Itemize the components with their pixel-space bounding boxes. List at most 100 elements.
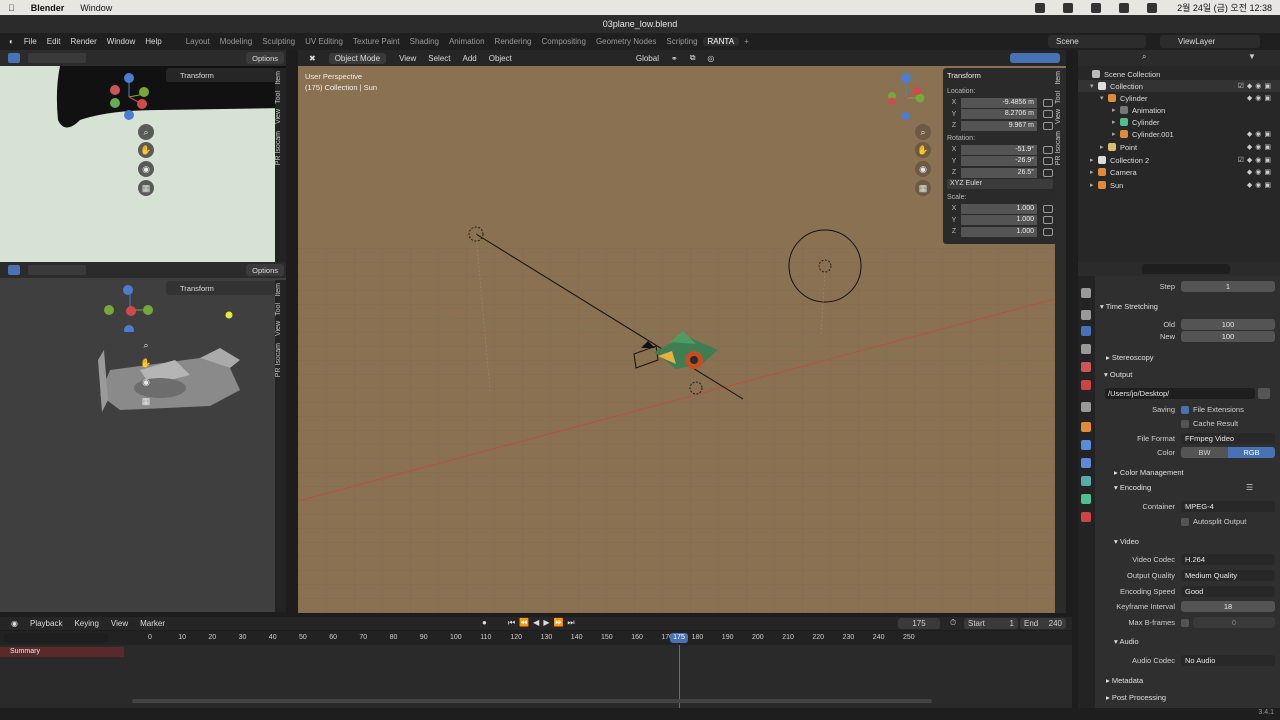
zoom-icon[interactable]: ⌕ (138, 124, 154, 140)
expand-icon[interactable]: ▸ (1090, 156, 1098, 164)
outliner-item[interactable]: Scene Collection (1078, 68, 1280, 80)
tab-uv-editing[interactable]: UV Editing (300, 37, 348, 46)
snap-icon[interactable]: ⧉ (685, 53, 701, 63)
left-top-viewport[interactable]: Options Transform ⌕ ✋ ◉ ▦ Item Tool View… (0, 50, 286, 262)
sidebar-tab-view[interactable]: View (275, 318, 282, 339)
world-tab-icon[interactable] (1081, 380, 1091, 390)
material-tab-icon[interactable] (1081, 512, 1091, 522)
output-quality-dropdown[interactable]: Medium Quality (1181, 570, 1275, 581)
camera-view-icon[interactable]: ◉ (915, 161, 931, 177)
mac-menu-window[interactable]: Window (80, 3, 112, 13)
pan-icon[interactable]: ✋ (915, 142, 931, 158)
scale-z-field[interactable]: 1.000 (961, 226, 1037, 237)
menu-help[interactable]: Help (140, 37, 166, 46)
left-bottom-viewport[interactable]: Options Transform ⌕ ✋ ◉ ▦ Item Tool View… (0, 262, 286, 612)
outliner-search-icon[interactable]: ⌕ (1142, 52, 1146, 62)
lock-icon[interactable] (1043, 157, 1053, 165)
select-tool-icon[interactable] (8, 53, 20, 63)
color-bw-button[interactable]: BW (1181, 447, 1228, 458)
npanel-title[interactable]: Transform (947, 71, 1053, 80)
sidebar-tab-item[interactable]: Item (275, 280, 282, 300)
metadata-header[interactable]: ▸ Metadata (1106, 676, 1143, 685)
expand-icon[interactable]: ▾ (1090, 82, 1098, 90)
outliner-item[interactable]: ▸ Point ◆◉▣ (1078, 141, 1280, 153)
encoding-header[interactable]: ▾ Encoding (1114, 483, 1151, 492)
mac-clock[interactable]: 2월 24일 (금) 오전 12:38 (1177, 1, 1272, 14)
presets-list-icon[interactable]: ☰ (1246, 483, 1253, 492)
encoding-speed-dropdown[interactable]: Good (1181, 586, 1275, 597)
tab-rendering[interactable]: Rendering (490, 37, 537, 46)
expand-icon[interactable]: ▸ (1112, 106, 1120, 114)
search-icon[interactable] (1147, 2, 1158, 13)
audio-codec-dropdown[interactable]: No Audio (1181, 655, 1275, 666)
navigation-gizmo[interactable] (884, 70, 930, 120)
ortho-grid-icon[interactable]: ▦ (138, 180, 154, 196)
collection-tab-icon[interactable] (1081, 402, 1091, 412)
tool-tab-icon[interactable] (1081, 288, 1091, 298)
scale-x-field[interactable]: 1.000 (961, 203, 1037, 214)
shading-buttons[interactable] (1010, 53, 1060, 63)
visibility-icons[interactable]: ☑◆◉▣ (1238, 82, 1274, 90)
menu-marker[interactable]: Marker (135, 619, 170, 628)
modifier-tab-icon[interactable] (1081, 440, 1091, 450)
vpn-icon[interactable] (1091, 2, 1102, 13)
step-field[interactable]: 1 (1181, 281, 1275, 292)
menu-edit[interactable]: Edit (42, 37, 66, 46)
output-tab-icon[interactable] (1081, 326, 1091, 336)
camera-view-icon[interactable]: ◉ (138, 374, 154, 390)
visibility-icons[interactable]: ◆◉▣ (1247, 130, 1274, 138)
tab-compositing[interactable]: Compositing (536, 37, 590, 46)
lock-icon[interactable] (1043, 145, 1053, 154)
rotation-x-field[interactable]: -51.9° (961, 144, 1037, 155)
video-header[interactable]: ▾ Video (1114, 537, 1139, 546)
video-codec-dropdown[interactable]: H.264 (1181, 554, 1275, 565)
lock-icon[interactable] (1043, 98, 1053, 107)
current-frame-field[interactable]: 175 (898, 618, 940, 629)
apple-icon[interactable]:  (8, 3, 15, 13)
location-x-field[interactable]: -9.4856 m (961, 97, 1037, 108)
properties-search-field[interactable] (1142, 264, 1230, 274)
rotation-z-field[interactable]: 26.5° (961, 167, 1037, 178)
tab-geometry-nodes[interactable]: Geometry Nodes (591, 37, 661, 46)
wifi-icon[interactable] (1119, 2, 1130, 13)
menu-window[interactable]: Window (102, 37, 140, 46)
file-format-dropdown[interactable]: FFmpeg Video (1181, 433, 1275, 444)
output-path-field[interactable]: /Users/jo/Desktop/ (1105, 388, 1255, 399)
expand-icon[interactable]: ▸ (1100, 143, 1108, 151)
menu-object[interactable]: Object (484, 54, 517, 63)
menu-playback[interactable]: Playback (25, 619, 67, 628)
keyframe-interval-field[interactable]: 18 (1181, 601, 1275, 612)
new-field[interactable]: 100 (1181, 331, 1275, 342)
color-management-header[interactable]: ▸ Color Management (1114, 468, 1184, 477)
color-rgb-button[interactable]: RGB (1228, 447, 1275, 458)
mac-app-name[interactable]: Blender (31, 3, 65, 13)
view-layer-selector[interactable]: ViewLayer (1160, 35, 1260, 48)
location-z-field[interactable]: 9.967 m (961, 120, 1037, 131)
options-button[interactable]: Options (246, 52, 284, 64)
options-button[interactable]: Options (246, 264, 284, 276)
zoom-icon[interactable]: ⌕ (915, 124, 931, 140)
summary-channel[interactable]: Summary (0, 647, 124, 657)
outliner-item[interactable]: ▸ Animation (1078, 104, 1280, 116)
visibility-icons[interactable]: ☑◆◉▣ (1238, 156, 1274, 164)
constraints-tab-icon[interactable] (1081, 476, 1091, 486)
visibility-icons[interactable]: ◆◉▣ (1247, 181, 1274, 189)
view-layer-tab-icon[interactable] (1081, 344, 1091, 354)
proportional-edit-icon[interactable]: ◎ (702, 54, 719, 63)
transform-panel[interactable]: Transform (166, 68, 276, 82)
filter-icon[interactable]: ▼ (1248, 52, 1256, 61)
scale-y-field[interactable]: 1.000 (961, 215, 1037, 225)
playhead-label[interactable]: 175 (670, 633, 688, 643)
menu-view[interactable]: View (106, 619, 133, 628)
visibility-icons[interactable]: ◆◉▣ (1247, 143, 1274, 151)
scene-selector[interactable]: Scene (1048, 35, 1146, 48)
timeline-search-field[interactable] (4, 633, 108, 643)
visibility-icons[interactable]: ◆◉▣ (1247, 168, 1274, 176)
expand-icon[interactable]: ▾ (1100, 94, 1108, 102)
start-frame-field[interactable]: Start 1 (964, 618, 1018, 629)
timeline-scrollbar[interactable] (132, 699, 932, 703)
lock-icon[interactable] (1043, 204, 1053, 213)
autosplit-checkbox[interactable] (1181, 517, 1189, 526)
camera-view-icon[interactable]: ◉ (138, 161, 154, 177)
folder-icon[interactable] (1258, 388, 1270, 399)
